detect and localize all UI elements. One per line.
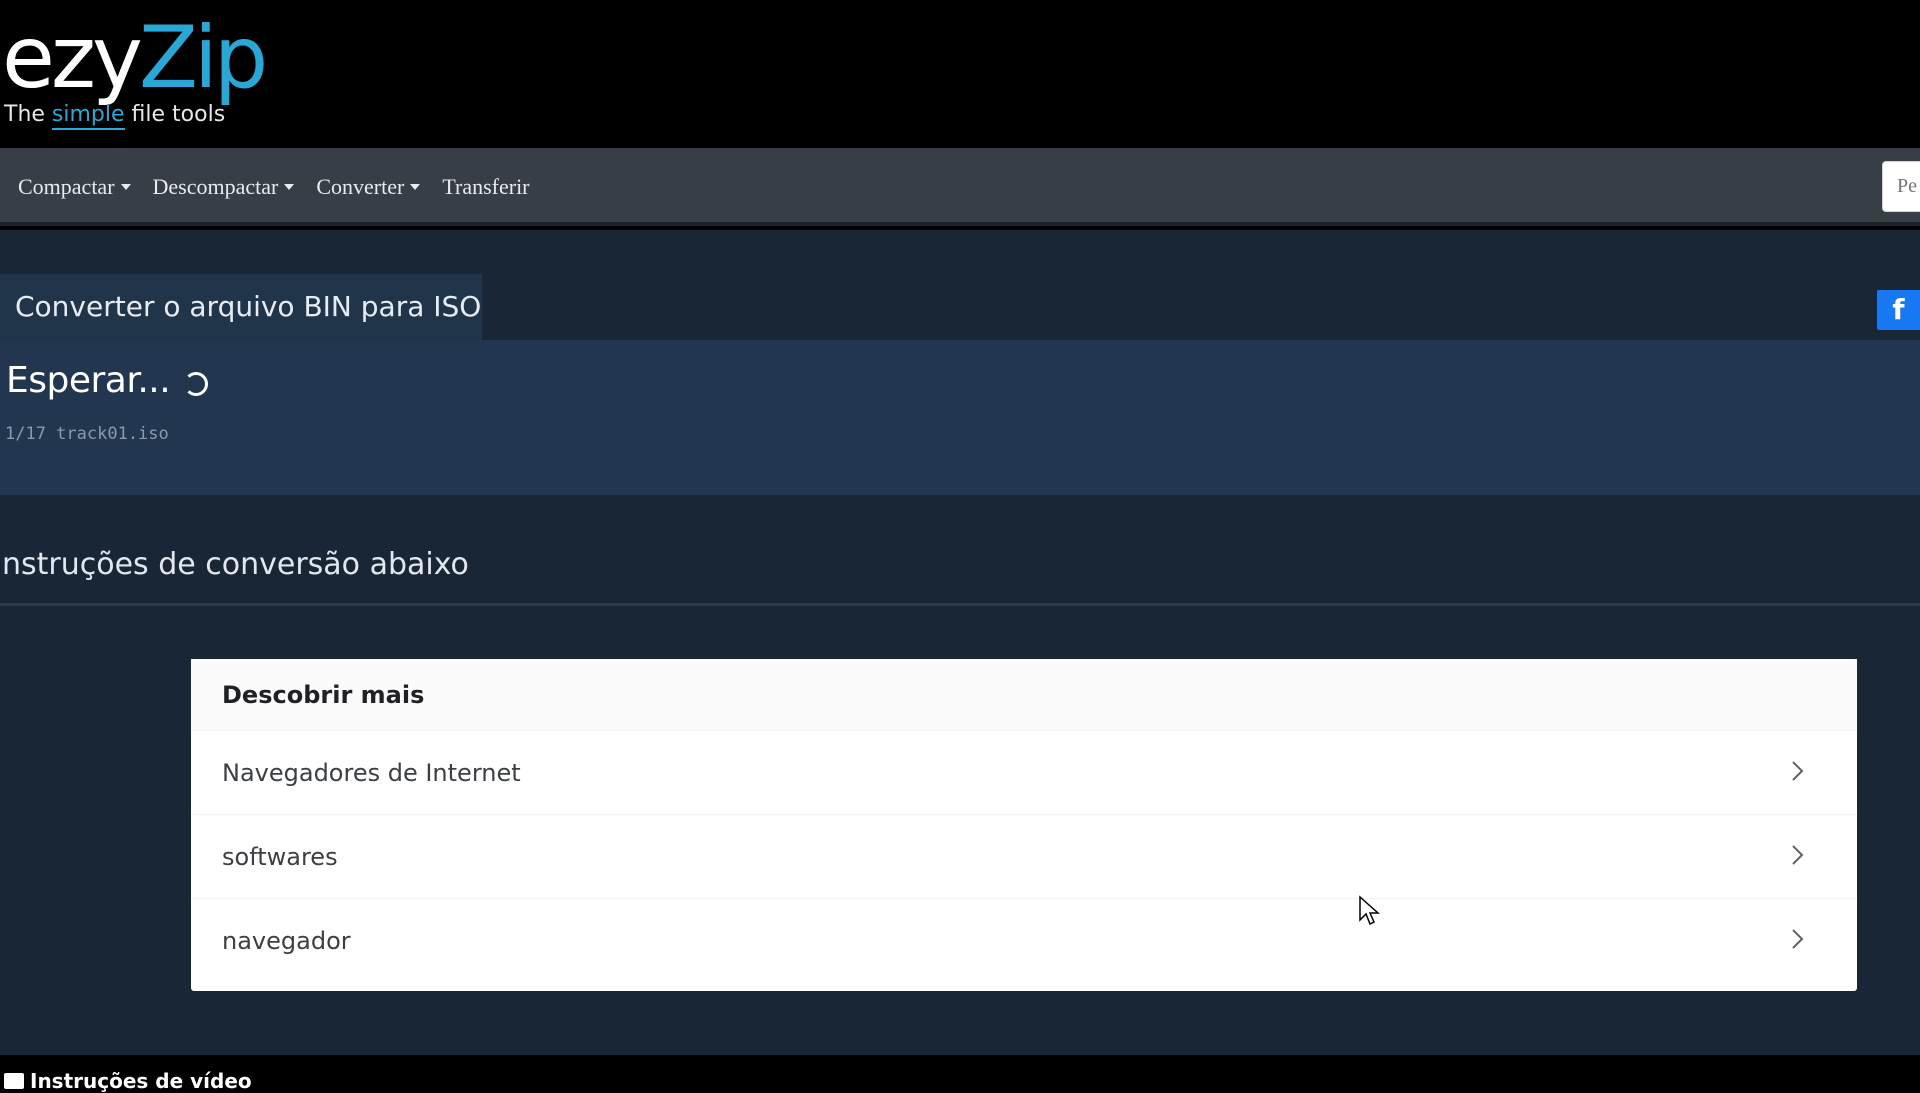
logo-suffix: Zip [138,8,268,108]
chevron-right-icon [1792,761,1804,781]
tagline-before: The [4,102,45,127]
search-input[interactable] [1882,161,1920,212]
nav-item-label: Transferir [442,174,530,199]
nav-menu: Compactar Descompactar Converter Transfe… [18,148,530,226]
status-heading: Esperar... [6,360,209,401]
discover-item-label: navegador [222,927,351,955]
footer-label: Instruções de vídeo [30,1069,252,1093]
discover-more-title: Descobrir mais [191,659,1857,731]
nav-item-transferir[interactable]: Transferir [442,174,529,200]
chevron-right-icon [1792,929,1804,949]
caret-down-icon [120,184,131,190]
tagline-after: file tools [131,102,226,127]
video-instructions-heading[interactable]: Instruções de vídeo [4,1069,252,1093]
mouse-cursor-icon [1359,895,1380,926]
conversion-status-panel: Esperar... 1/17 track01.iso [0,340,1920,495]
status-file-progress: 1/17 track01.iso [5,424,169,444]
logo-prefix: ezy [2,8,143,108]
discover-item-label: softwares [222,843,338,871]
nav-item-label: Converter [316,174,405,199]
logo-wordmark: ezyZip [2,8,268,108]
ezyzip-logo[interactable]: ezyZip The simple file tools [2,8,268,130]
site-header: ezyZip The simple file tools [0,0,1920,148]
caret-down-icon [284,184,295,190]
nav-item-label: Compactar [18,174,115,199]
discover-more-card: Descobrir mais Navegadores de Internet s… [191,659,1857,991]
tagline-highlight: simple [51,102,125,130]
discover-item-label: Navegadores de Internet [222,759,521,787]
facebook-share-button[interactable]: f [1877,290,1920,330]
nav-item-label: Descompactar [152,174,279,199]
instructions-heading: nstruções de conversão abaixo [0,548,1920,606]
loading-spinner-icon [184,371,209,396]
discover-item-navegadores-de-internet[interactable]: Navegadores de Internet [191,731,1857,815]
main-content: Converter o arquivo BIN para ISO f Esper… [0,230,1920,1055]
status-text: Esperar... [6,360,171,401]
nav-item-descompactar[interactable]: Descompactar [153,174,295,200]
nav-item-compactar[interactable]: Compactar [18,174,131,200]
footer-strip: Instruções de vídeo [0,1055,1920,1093]
page-title: Converter o arquivo BIN para ISO [0,274,482,340]
nav-item-converter[interactable]: Converter [316,174,421,200]
caret-down-icon [410,184,421,190]
chevron-right-icon [1792,845,1804,865]
main-navbar: Compactar Descompactar Converter Transfe… [0,148,1920,226]
discover-item-softwares[interactable]: softwares [191,815,1857,899]
discover-item-navegador[interactable]: navegador [191,899,1857,983]
video-icon [4,1073,24,1089]
